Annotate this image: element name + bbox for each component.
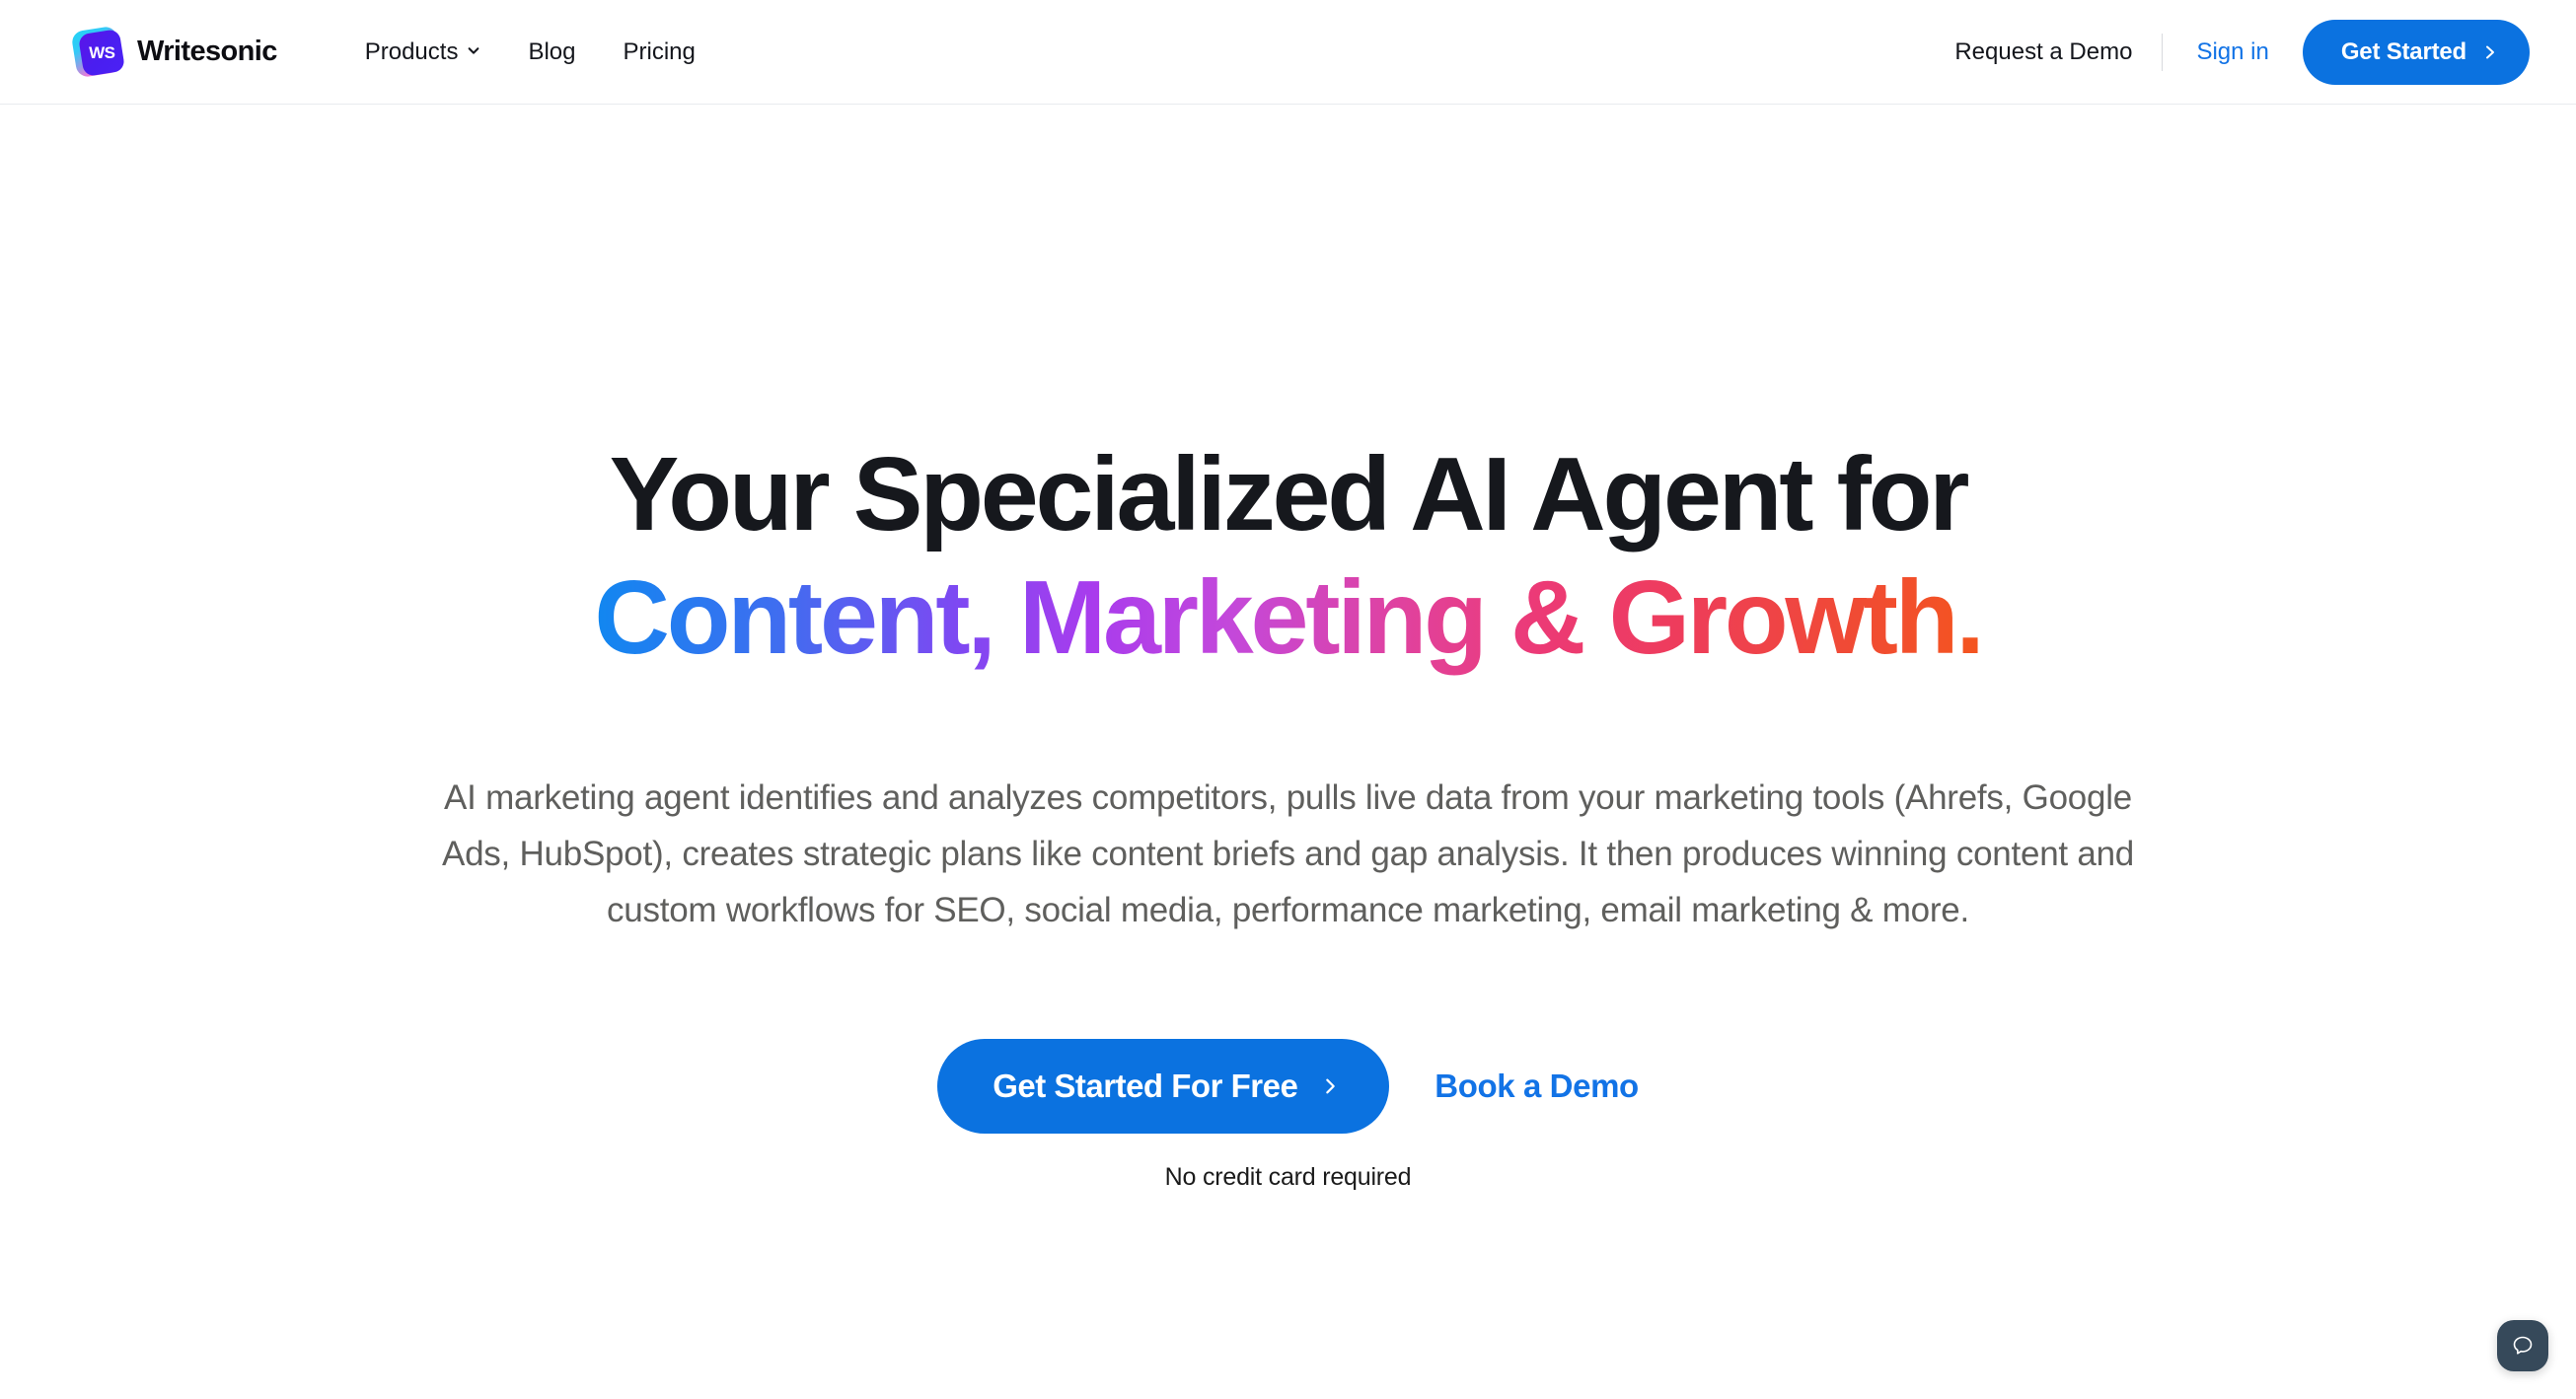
request-demo-link[interactable]: Request a Demo [1954,38,2162,66]
writesonic-logo-icon: WS [70,25,126,78]
hero-cta-row: Get Started For Free Book a Demo [0,1039,2576,1135]
nav-item-label: Products [364,37,459,65]
nav-item-label: Blog [528,37,576,65]
nav-item-label: Pricing [623,37,696,65]
logo-initials: WS [88,42,115,62]
headline-line-1: Your Specialized AI Agent for [609,436,1970,552]
brand-name: Writesonic [137,36,277,67]
no-credit-card-note: No credit card required [1164,1163,1412,1192]
sign-in-link[interactable]: Sign in [2163,38,2302,66]
nav-item-products[interactable]: Products [341,29,505,76]
chevron-right-icon [1321,1075,1340,1097]
hero-section: Your Specialized AI Agent for Content, M… [0,105,2576,1192]
headline-line-2-gradient: Content, Marketing & Growth. [594,556,1984,680]
site-header: WS Writesonic Products Blog Pricing Requ… [0,0,2576,105]
get-started-for-free-label: Get Started For Free [993,1068,1298,1105]
logo-tile: WS [77,28,126,77]
chat-bubble-icon [2510,1333,2536,1359]
get-started-button[interactable]: Get Started [2302,19,2530,85]
hero-subtitle: AI marketing agent identifies and analyz… [442,778,2134,929]
get-started-for-free-button[interactable]: Get Started For Free [937,1039,1390,1135]
primary-nav: Products Blog Pricing [341,29,719,76]
nav-item-pricing[interactable]: Pricing [600,29,719,76]
chevron-down-icon [467,43,480,57]
chat-widget-button[interactable] [2497,1320,2548,1371]
nav-item-blog[interactable]: Blog [504,29,599,76]
page-title: Your Specialized AI Agent for Content, M… [0,433,2576,680]
header-actions: Request a Demo Sign in Get Started [1954,19,2530,85]
get-started-label: Get Started [2340,37,2466,65]
book-a-demo-link[interactable]: Book a Demo [1435,1068,1639,1105]
brand-logo-link[interactable]: WS Writesonic [70,25,277,78]
chevron-right-icon [2482,43,2498,61]
